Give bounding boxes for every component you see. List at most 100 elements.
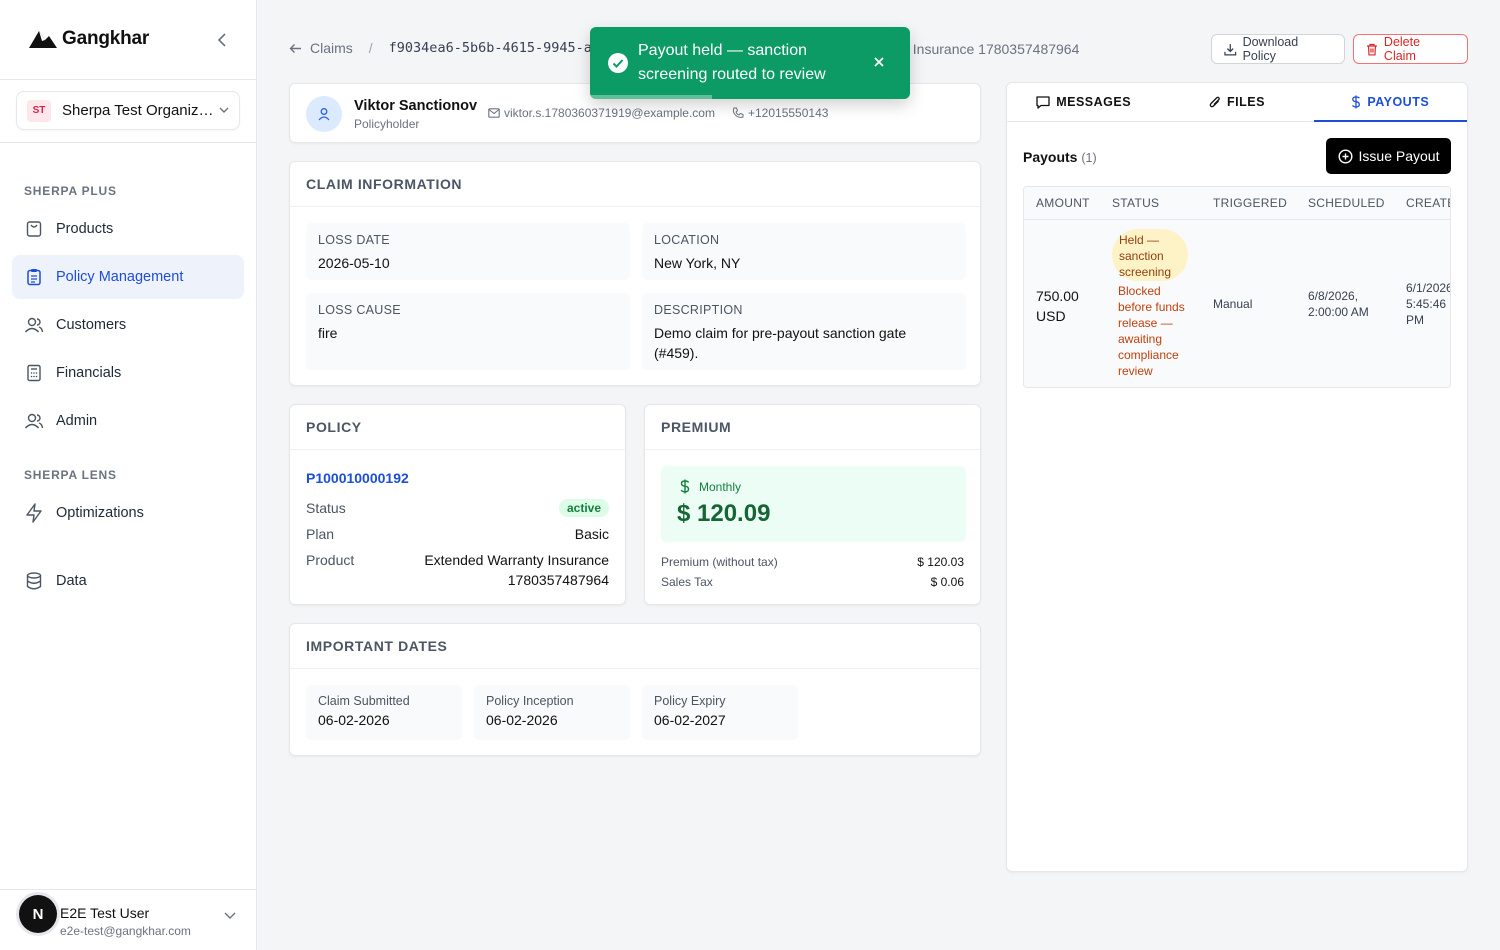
claim-information-card: CLAIM INFORMATION LOSS DATE 2026-05-10 L…: [289, 161, 981, 386]
organization-select[interactable]: ST Sherpa Test Organiz…: [16, 91, 240, 130]
lightning-icon: [24, 503, 44, 523]
column-header-status: STATUS: [1112, 196, 1160, 210]
trash-icon: [1366, 43, 1377, 56]
sidebar-item-label: Policy Management: [56, 269, 184, 285]
description-value: Demo claim for pre-payout sanction gate …: [654, 325, 907, 361]
policy-number-link[interactable]: P100010000192: [306, 470, 409, 486]
status-note: Blocked before funds release — awaiting …: [1118, 284, 1185, 378]
policy-card: POLICY P100010000192 Status active Plan …: [289, 404, 626, 605]
user-group-icon: [24, 411, 44, 431]
important-dates-card: IMPORTANT DATES Claim Submitted 06-02-20…: [289, 623, 981, 756]
sidebar-item-admin[interactable]: Admin: [12, 399, 244, 443]
date-label: Policy Expiry: [654, 694, 726, 708]
tab-label: PAYOUTS: [1367, 95, 1430, 109]
clipboard-icon: [24, 267, 44, 287]
payouts-count: (1): [1081, 151, 1097, 165]
policy-title: POLICY: [290, 405, 625, 450]
breadcrumb-separator: /: [368, 40, 373, 56]
toast-progress-bar: [590, 95, 712, 99]
close-icon[interactable]: [872, 55, 886, 69]
date-value: 06-02-2027: [654, 712, 726, 728]
divider: [0, 79, 256, 80]
policy-plan-label: Plan: [306, 526, 335, 542]
plus-circle-icon: [1338, 148, 1353, 164]
sidebar-item-products[interactable]: Products: [12, 207, 244, 251]
avatar: N: [19, 895, 57, 933]
org-badge: ST: [27, 99, 51, 122]
panel-tabs: MESSAGES FILES PAYOUTS: [1007, 83, 1468, 122]
issue-payout-button[interactable]: Issue Payout: [1326, 138, 1451, 174]
chevron-left-icon: [217, 33, 226, 47]
policyholder-email[interactable]: viktor.s.1780360371919@example.com: [488, 106, 715, 120]
policyholder-phone[interactable]: +12015550143: [732, 106, 828, 120]
mail-icon: [488, 108, 500, 118]
collapse-sidebar-button[interactable]: [212, 30, 232, 50]
sidebar-item-label: Data: [56, 573, 87, 589]
sidebar-item-label: Products: [56, 221, 114, 237]
delete-claim-label: Delete Claim: [1383, 35, 1421, 63]
payout-amount: 750.00 USD: [1036, 288, 1079, 324]
sidebar-item-policy-management[interactable]: Policy Management: [12, 255, 244, 299]
phone-text: +12015550143: [748, 106, 829, 120]
location-value: New York, NY: [654, 255, 741, 271]
premium-without-tax-label: Premium (without tax): [661, 555, 778, 569]
sidebar-item-label: Admin: [56, 413, 98, 429]
email-text: viktor.s.1780360371919@example.com: [504, 106, 715, 120]
user-menu[interactable]: N E2E Test User e2e-test@gangkhar.com: [0, 889, 256, 950]
breadcrumb-claims: Claims: [310, 40, 353, 56]
arrow-left-icon: [289, 43, 301, 53]
premium-period: Monthly: [699, 480, 742, 494]
sidebar-item-financials[interactable]: Financials: [12, 351, 244, 395]
phone-icon: [732, 107, 744, 118]
sales-tax-value: $ 0.06: [930, 575, 964, 589]
location-label: LOCATION: [654, 233, 720, 247]
back-to-claims-link[interactable]: Claims: [289, 40, 353, 56]
chevron-down-icon: [224, 912, 236, 919]
tab-files[interactable]: FILES: [1160, 83, 1313, 121]
premium-card: PREMIUM Monthly $ 120.09 Premium (withou…: [644, 404, 981, 605]
date-label: Policy Inception: [486, 694, 574, 708]
tab-messages[interactable]: MESSAGES: [1007, 83, 1160, 121]
mountain-logo-icon: [29, 31, 57, 48]
download-policy-button[interactable]: Download Policy: [1211, 34, 1345, 64]
table-header: AMOUNT STATUS TRIGGERED SCHEDULED CREATE…: [1024, 187, 1450, 220]
paperclip-icon: [1209, 96, 1220, 108]
sidebar-item-data[interactable]: Data: [12, 559, 244, 603]
toast-message: Payout held — sanction screening routed …: [638, 42, 826, 83]
calculator-icon: [24, 363, 44, 383]
policy-status-label: Status: [306, 500, 346, 516]
claim-id: f9034ea6-5b6b-4615-9945-a: [388, 40, 592, 56]
location-box: LOCATION New York, NY: [642, 223, 966, 280]
dollar-icon: [680, 479, 690, 494]
sales-tax-label: Sales Tax: [661, 575, 713, 589]
loss-date-value: 2026-05-10: [318, 255, 390, 271]
brand-name: Gangkhar: [62, 28, 150, 49]
payout-triggered: Manual: [1213, 297, 1253, 311]
policy-product-label: Product: [306, 552, 355, 568]
claim-side-panel: MESSAGES FILES PAYOUTS Payouts (1) Issue…: [1006, 82, 1468, 872]
tab-payouts[interactable]: PAYOUTS: [1313, 83, 1468, 122]
date-claim-submitted: Claim Submitted 06-02-2026: [306, 685, 462, 740]
claim-information-title: CLAIM INFORMATION: [290, 162, 980, 207]
dollar-icon: [1352, 95, 1361, 109]
download-icon: [1224, 43, 1237, 55]
loss-date-box: LOSS DATE 2026-05-10: [306, 223, 630, 280]
brand-logo[interactable]: Gangkhar: [28, 28, 149, 50]
breadcrumb: Claims / f9034ea6-5b6b-4615-9945-a: [289, 40, 592, 56]
column-header-amount: AMOUNT: [1036, 196, 1090, 210]
sidebar-item-customers[interactable]: Customers: [12, 303, 244, 347]
date-value: 06-02-2026: [486, 712, 558, 728]
delete-claim-button[interactable]: Delete Claim: [1353, 34, 1468, 64]
sidebar-item-label: Optimizations: [56, 505, 144, 521]
policyholder-role: Policyholder: [354, 117, 420, 131]
date-policy-expiry: Policy Expiry 06-02-2027: [642, 685, 798, 740]
download-policy-label: Download Policy: [1242, 35, 1299, 63]
table-row[interactable]: 750.00 USD Held — sanction screening Blo…: [1024, 220, 1450, 387]
org-name: Sherpa Test Organiz…: [62, 102, 214, 119]
sidebar-item-optimizations[interactable]: Optimizations: [12, 491, 244, 535]
payout-scheduled: 6/8/2026, 2:00:00 AM: [1308, 289, 1369, 319]
issue-payout-label: Issue Payout: [1358, 148, 1440, 164]
column-header-triggered: TRIGGERED: [1213, 196, 1288, 210]
premium-without-tax-value: $ 120.03: [917, 555, 964, 569]
payouts-table[interactable]: AMOUNT STATUS TRIGGERED SCHEDULED CREATE…: [1023, 186, 1451, 388]
